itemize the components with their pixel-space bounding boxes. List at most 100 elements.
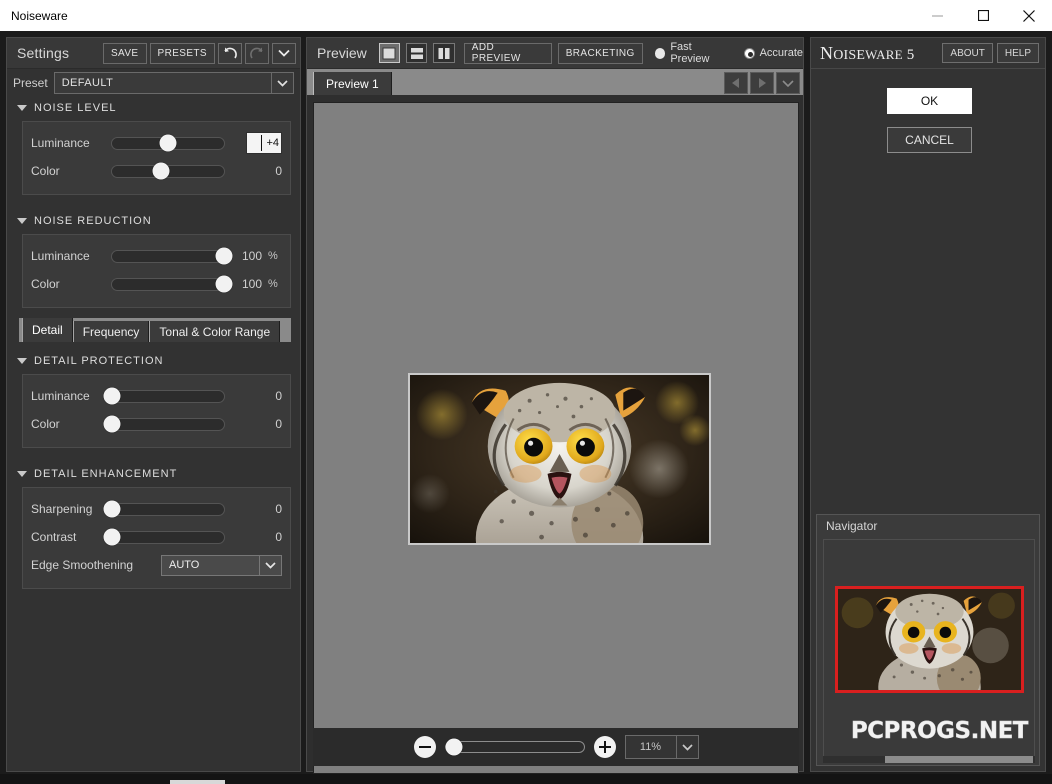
preset-value: DEFAULT xyxy=(55,77,114,89)
preview-tabbar: Preview 1 xyxy=(307,69,803,95)
noise-level-luminance-value: +4 xyxy=(266,137,281,149)
slider-knob[interactable] xyxy=(216,276,233,293)
close-icon[interactable] xyxy=(1006,0,1052,31)
detail-protection-color-slider[interactable] xyxy=(111,418,225,431)
save-button[interactable]: SAVE xyxy=(103,43,147,64)
redo-icon[interactable] xyxy=(245,43,269,64)
noiseware-window: Noiseware Settings SAVE PRESETS xyxy=(0,0,1052,784)
triangle-left-icon[interactable] xyxy=(724,72,748,94)
edge-smoothening-chevron-down-icon[interactable] xyxy=(259,556,281,575)
preview-canvas[interactable] xyxy=(313,102,799,774)
tab-detail[interactable]: Detail xyxy=(22,318,73,342)
vertical-split-layout-icon[interactable] xyxy=(433,43,454,63)
window-titlebar: Noiseware xyxy=(0,0,1052,31)
zoom-in-icon[interactable] xyxy=(594,736,616,758)
slider-knob[interactable] xyxy=(104,416,121,433)
noise-level-luminance-input[interactable]: +4 xyxy=(246,132,282,154)
slider-knob[interactable] xyxy=(160,135,177,152)
detail-protection-color-value: 0 xyxy=(246,417,282,431)
brand-version: 5 xyxy=(907,47,915,63)
undo-icon[interactable] xyxy=(218,43,242,64)
settings-header-buttons: SAVE PRESETS xyxy=(103,43,300,64)
slider-label: Color xyxy=(31,164,111,178)
presets-button[interactable]: PRESETS xyxy=(150,43,215,64)
preview-title: Preview xyxy=(317,45,367,61)
navigator-scrollbar[interactable] xyxy=(823,756,1035,763)
noise-reduction-group: Luminance 100 % Color 100 % xyxy=(22,234,291,308)
slider-row-contrast: Contrast 0 xyxy=(31,523,282,551)
noise-reduction-luminance-slider[interactable] xyxy=(111,250,225,263)
preset-label: Preset xyxy=(13,76,48,90)
preview-header: Preview ADD PREVIEW BRACKETING Fast Prev… xyxy=(307,38,803,69)
radio-selected-icon xyxy=(655,48,666,59)
preview-tab-chevron-down-icon[interactable] xyxy=(776,72,800,94)
ok-button[interactable]: OK xyxy=(887,88,972,114)
fast-preview-radio[interactable]: Fast Preview xyxy=(655,41,732,65)
noise-level-luminance-slider[interactable] xyxy=(111,137,225,150)
cancel-button[interactable]: CANCEL xyxy=(887,127,972,153)
edge-smoothening-select[interactable]: AUTO xyxy=(161,555,282,576)
sharpening-slider[interactable] xyxy=(111,503,225,516)
zoom-slider[interactable] xyxy=(445,741,585,753)
accurate-radio[interactable]: Accurate xyxy=(744,47,803,59)
navigator-owl-photo xyxy=(838,589,1021,690)
slider-label: Sharpening xyxy=(31,502,111,516)
noiseware-logo: NOISEWARE 5 xyxy=(820,43,914,64)
help-button[interactable]: HELP xyxy=(997,43,1039,63)
tab-tonal-color-range[interactable]: Tonal & Color Range xyxy=(149,321,280,342)
detail-protection-luminance-slider[interactable] xyxy=(111,390,225,403)
about-button[interactable]: ABOUT xyxy=(942,43,992,63)
section-title: DETAIL ENHANCEMENT xyxy=(34,468,177,480)
add-preview-button[interactable]: ADD PREVIEW xyxy=(464,43,552,64)
navigator-thumbnail[interactable] xyxy=(835,586,1024,693)
text-caret xyxy=(261,135,262,151)
preset-select[interactable]: DEFAULT xyxy=(54,72,294,94)
brand-n: N xyxy=(820,43,833,63)
preview-image[interactable] xyxy=(408,373,711,545)
section-header-detail-enhancement[interactable]: DETAIL ENHANCEMENT xyxy=(7,463,300,485)
zoom-chevron-down-icon[interactable] xyxy=(676,736,698,758)
contrast-value: 0 xyxy=(246,530,282,544)
watermark: PCPROGS.NET xyxy=(851,718,1028,744)
slider-knob[interactable] xyxy=(104,501,121,518)
contrast-slider[interactable] xyxy=(111,531,225,544)
tab-preview-1[interactable]: Preview 1 xyxy=(313,72,392,95)
zoom-level-select[interactable]: 11% xyxy=(625,735,699,759)
section-header-detail-protection[interactable]: DETAIL PROTECTION xyxy=(7,350,300,372)
single-pane-layout-icon[interactable] xyxy=(379,43,400,63)
slider-row-noise-level-luminance: Luminance +4 xyxy=(31,129,282,157)
slider-knob[interactable] xyxy=(104,529,121,546)
slider-label: Contrast xyxy=(31,530,111,544)
navigator-view[interactable]: PCPROGS.NET xyxy=(823,539,1035,757)
zoom-slider-knob[interactable] xyxy=(445,739,462,756)
section-header-noise-level[interactable]: NOISE LEVEL xyxy=(7,97,300,119)
settings-header: Settings SAVE PRESETS xyxy=(7,38,300,69)
detail-enhancement-group: Sharpening 0 Contrast 0 Edge Smo xyxy=(22,487,291,589)
triangle-right-icon[interactable] xyxy=(750,72,774,94)
slider-row-detail-protection-luminance: Luminance 0 xyxy=(31,382,282,410)
zoom-level-value: 11% xyxy=(626,741,676,753)
scrollbar-thumb[interactable] xyxy=(885,756,1033,763)
slider-knob[interactable] xyxy=(153,163,170,180)
slider-knob[interactable] xyxy=(104,388,121,405)
zoom-out-icon[interactable] xyxy=(414,736,436,758)
maximize-icon[interactable] xyxy=(960,0,1006,31)
detail-protection-group: Luminance 0 Color 0 xyxy=(22,374,291,448)
slider-row-detail-protection-color: Color 0 xyxy=(31,410,282,438)
collapse-triangle-icon xyxy=(17,471,27,477)
navigator-title: Navigator xyxy=(817,515,1039,537)
section-header-noise-reduction[interactable]: NOISE REDUCTION xyxy=(7,210,300,232)
minimize-icon[interactable] xyxy=(914,0,960,31)
horizontal-split-layout-icon[interactable] xyxy=(406,43,427,63)
settings-more-chevron-down-icon[interactable] xyxy=(272,43,296,64)
slider-knob[interactable] xyxy=(216,248,233,265)
preset-chevron-down-icon[interactable] xyxy=(271,73,293,93)
slider-row-noise-level-color: Color 0 xyxy=(31,157,282,185)
tab-frequency[interactable]: Frequency xyxy=(73,321,150,342)
bracketing-button[interactable]: BRACKETING xyxy=(558,43,643,64)
noise-reduction-color-slider[interactable] xyxy=(111,278,225,291)
section-title: DETAIL PROTECTION xyxy=(34,355,163,367)
owl-photo xyxy=(410,375,709,543)
noise-level-color-slider[interactable] xyxy=(111,165,225,178)
slider-label: Luminance xyxy=(31,389,111,403)
